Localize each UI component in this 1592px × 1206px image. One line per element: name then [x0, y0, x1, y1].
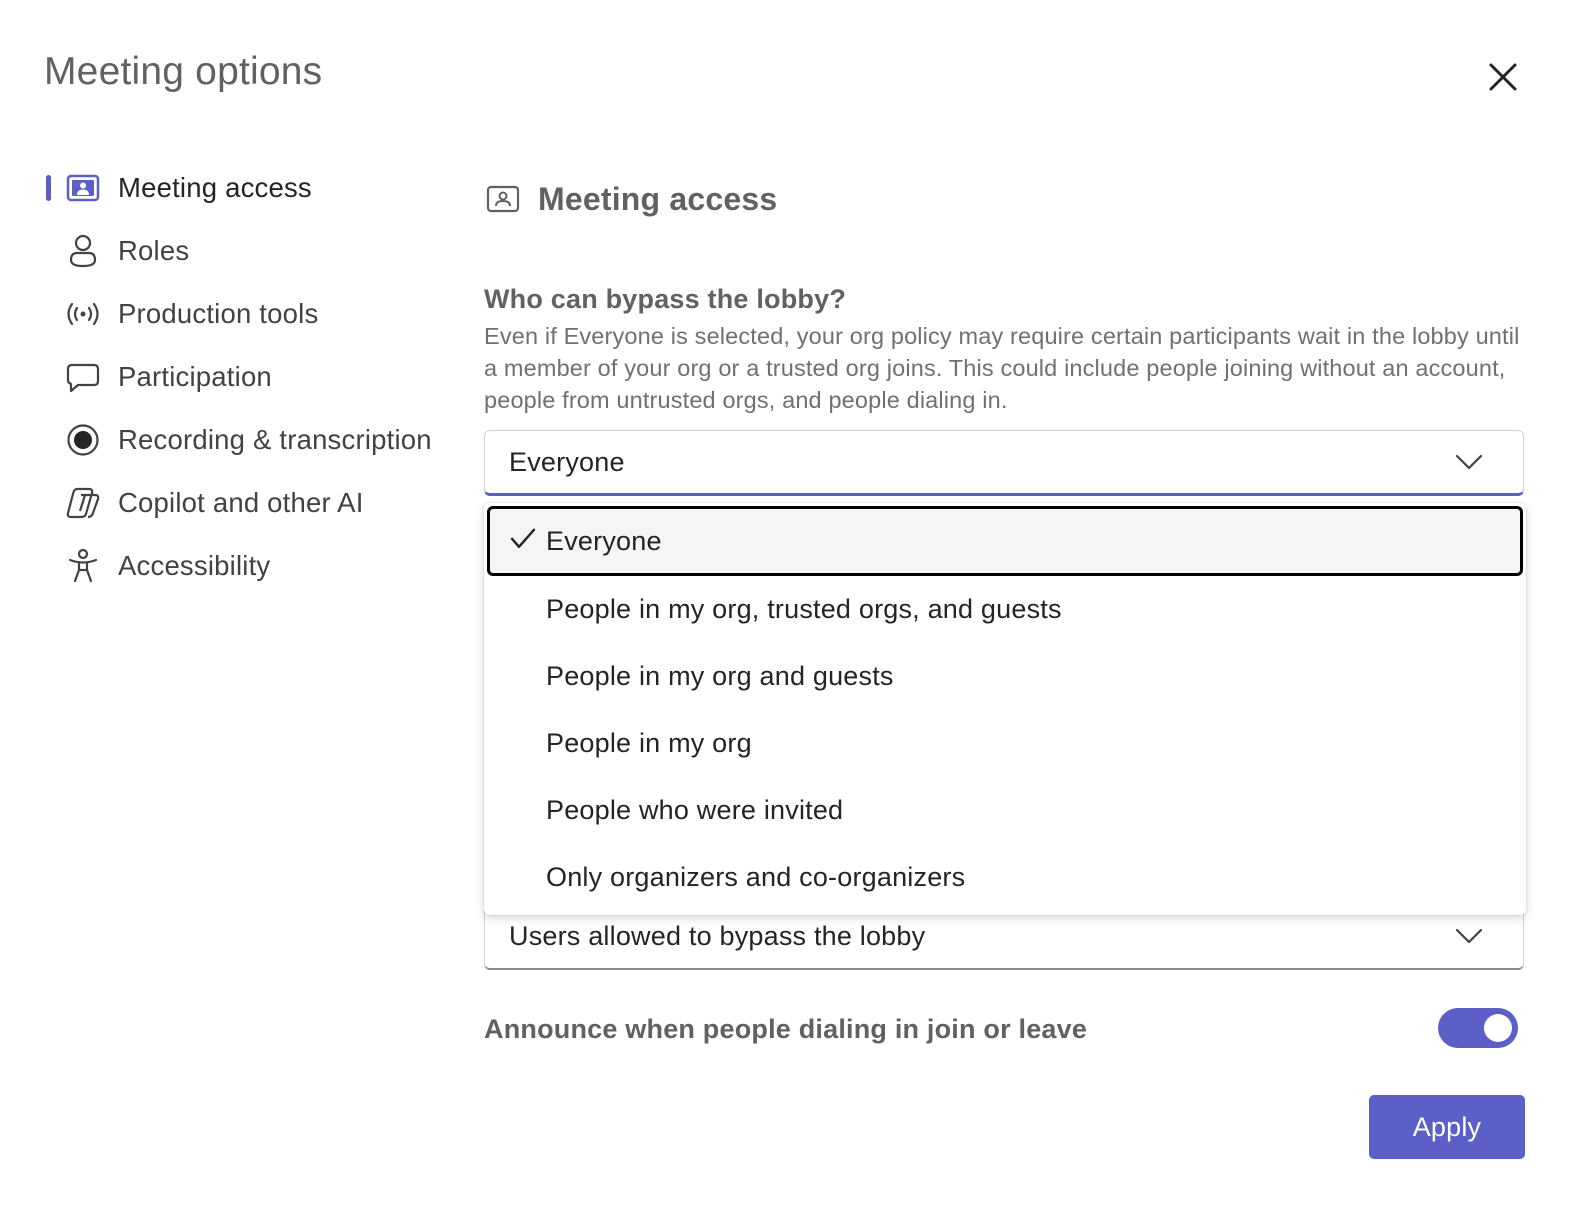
option-invited[interactable]: People who were invited — [484, 777, 1526, 844]
sidebar-item-label: Accessibility — [118, 549, 271, 581]
option-label: People in my org — [546, 728, 752, 758]
main-panel: Meeting access Who can bypass the lobby?… — [484, 0, 1528, 1206]
option-label: People in my org, trusted orgs, and gues… — [546, 594, 1062, 624]
toggle-knob — [1484, 1014, 1512, 1042]
lobby-options-listbox: Everyone People in my org, trusted orgs,… — [484, 503, 1526, 915]
checkmark-icon — [510, 528, 536, 548]
option-org-guests[interactable]: People in my org and guests — [484, 643, 1526, 710]
sidebar-item-participation[interactable]: Participation — [44, 345, 464, 408]
sidebar-item-copilot[interactable]: Copilot and other AI — [44, 471, 464, 534]
sidebar-nav: Meeting access Roles Production tools Pa… — [44, 156, 464, 597]
option-label: People who were invited — [546, 795, 844, 825]
person-card-icon — [64, 169, 102, 207]
sidebar-item-meeting-access[interactable]: Meeting access — [44, 156, 464, 219]
option-organizers-only[interactable]: Only organizers and co-organizers — [484, 844, 1526, 911]
announce-toggle-label: Announce when people dialing in join or … — [484, 1014, 1088, 1044]
option-org-trusted-guests[interactable]: People in my org, trusted orgs, and gues… — [484, 576, 1526, 643]
sidebar-item-accessibility[interactable]: Accessibility — [44, 534, 464, 597]
chevron-down-icon — [1455, 928, 1483, 944]
person-card-icon — [484, 180, 522, 218]
section-header: Meeting access — [484, 180, 777, 218]
sidebar-item-production-tools[interactable]: Production tools — [44, 282, 464, 345]
option-everyone[interactable]: Everyone — [487, 506, 1523, 576]
sidebar-item-roles[interactable]: Roles — [44, 219, 464, 282]
copilot-icon — [64, 484, 102, 522]
person-icon — [64, 232, 102, 270]
option-label: People in my org and guests — [546, 661, 894, 691]
sidebar-item-label: Meeting access — [118, 171, 312, 203]
sidebar-item-label: Participation — [118, 360, 272, 392]
select-value: Users allowed to bypass the lobby — [509, 920, 926, 951]
record-icon — [64, 421, 102, 459]
active-indicator — [46, 175, 51, 201]
sidebar-item-label: Copilot and other AI — [118, 486, 364, 518]
sidebar-item-recording[interactable]: Recording & transcription — [44, 408, 464, 471]
dialog-title: Meeting options — [44, 50, 323, 93]
sidebar-item-label: Recording & transcription — [118, 423, 432, 455]
accessibility-icon — [64, 547, 102, 585]
option-label: Only organizers and co-organizers — [546, 862, 966, 892]
select-value: Everyone — [509, 446, 625, 477]
section-title: Meeting access — [538, 180, 778, 217]
lobby-description: Even if Everyone is selected, your org p… — [484, 323, 1520, 413]
chevron-down-icon — [1455, 454, 1483, 470]
option-my-org[interactable]: People in my org — [484, 710, 1526, 777]
sidebar-item-label: Roles — [118, 234, 190, 266]
announce-toggle[interactable] — [1438, 1008, 1518, 1048]
option-label: Everyone — [546, 525, 662, 556]
sidebar-item-label: Production tools — [118, 297, 319, 329]
lobby-bypass-select[interactable]: Everyone — [484, 430, 1524, 496]
lobby-question: Who can bypass the lobby? — [484, 284, 847, 314]
apply-button[interactable]: Apply — [1369, 1095, 1525, 1159]
broadcast-icon — [64, 295, 102, 333]
chat-bubble-icon — [64, 358, 102, 396]
